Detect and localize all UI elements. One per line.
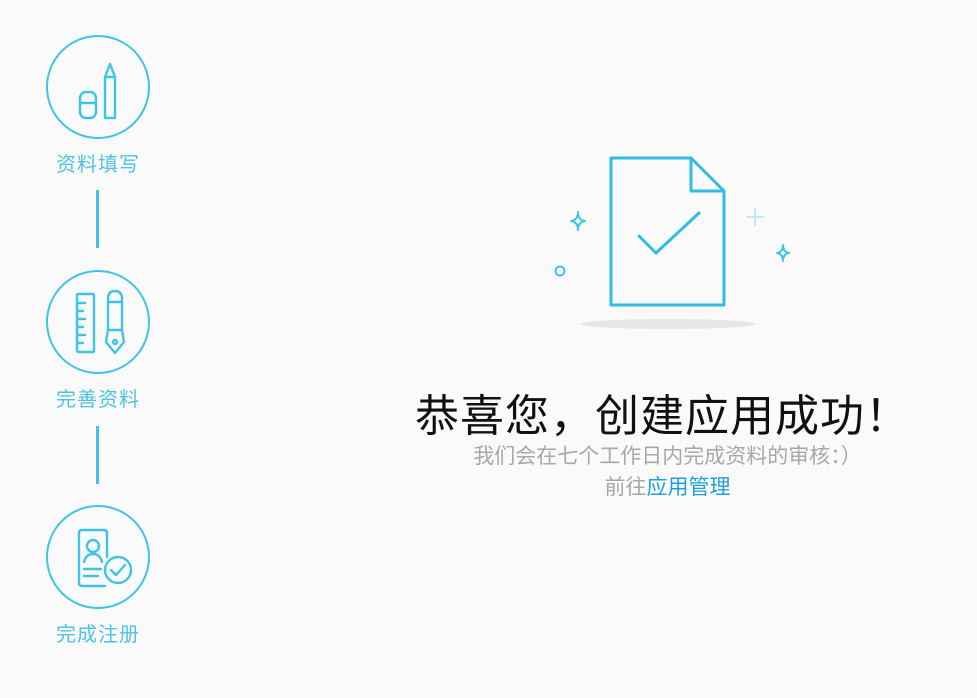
profile-check-icon [77, 528, 133, 588]
eraser-pencil-icon [78, 62, 117, 120]
step-label: 资料填写 [56, 152, 140, 176]
document-check-icon [554, 156, 790, 329]
step-connector [96, 426, 99, 484]
step-connector [96, 190, 99, 248]
registration-success-page: 资料填写 完善资料 完成注册 恭喜您，创建应用成功！ 我们会在七个工作日内完成资… [0, 0, 977, 698]
goto-line: 前往应用管理 [395, 471, 940, 501]
step-label: 完善资料 [56, 387, 140, 411]
success-title: 恭喜您，创建应用成功！ [415, 391, 910, 442]
step-label: 完成注册 [56, 622, 140, 646]
step-fill-info: 资料填写 [46, 35, 150, 177]
step-circle [46, 270, 150, 374]
app-management-link[interactable]: 应用管理 [647, 475, 731, 499]
review-message: 我们会在七个工作日内完成资料的审核：） [473, 444, 862, 468]
goto-prefix: 前往 [604, 475, 647, 499]
step-register-complete: 完成注册 [46, 505, 150, 647]
ruler-pen-icon [75, 289, 126, 355]
step-circle [46, 505, 150, 609]
success-illustration [545, 150, 805, 340]
step-complete-info: 完善资料 [46, 270, 150, 412]
step-circle [46, 35, 150, 139]
